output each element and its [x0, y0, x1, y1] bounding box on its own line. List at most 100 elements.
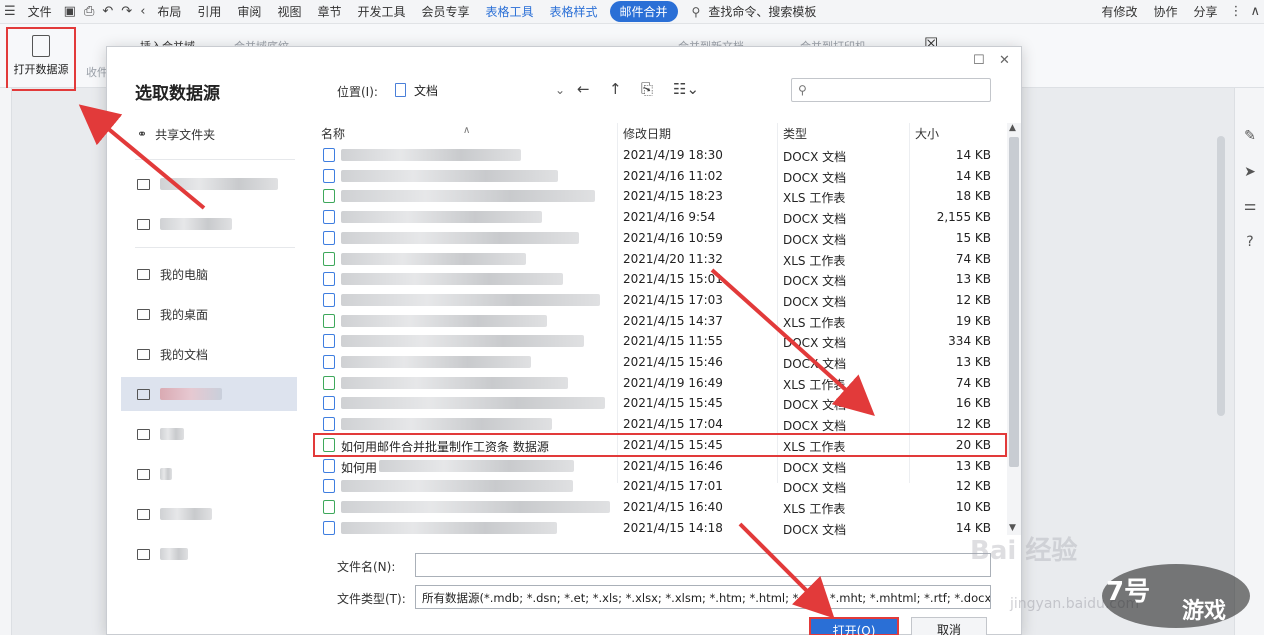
table-row[interactable]: 2021/4/15 17:04 DOCX 文档 12 KB — [315, 414, 1005, 434]
column-date[interactable]: 修改日期 — [623, 125, 671, 142]
hamburger-icon[interactable]: ☰ — [0, 4, 20, 19]
sidebar-item-shared-folder[interactable]: ⚭ 共享文件夹 — [121, 117, 297, 151]
collab-button[interactable]: 协作 — [1145, 3, 1185, 20]
file-date: 2021/4/15 14:18 — [623, 520, 723, 535]
share-button[interactable]: 分享 — [1185, 3, 1225, 20]
filetype-select[interactable]: 所有数据源(*.mdb; *.dsn; *.et; *.xls; *.xlsx;… — [415, 585, 991, 609]
pen-icon[interactable]: ✎ — [1242, 128, 1258, 144]
file-date: 2021/4/15 16:40 — [623, 499, 723, 514]
filename-input[interactable] — [415, 553, 991, 577]
sidebar-item-blurred-2[interactable] — [121, 207, 297, 241]
save-icon[interactable]: ▣ — [60, 4, 80, 19]
docx-file-icon — [323, 417, 335, 432]
site-logo: 7号 游戏 — [1102, 564, 1250, 628]
sort-ascending-icon: ∧ — [463, 125, 471, 136]
cursor-icon[interactable]: ➤ — [1242, 164, 1258, 180]
sidebar-item-blurred-3[interactable] — [121, 377, 297, 411]
modified-indicator[interactable]: 有修改 — [1093, 3, 1145, 20]
sidebar-item-blurred-7[interactable] — [121, 537, 297, 571]
table-row[interactable]: 2021/4/15 16:40 XLS 工作表 10 KB — [315, 497, 1005, 517]
file-date: 2021/4/16 11:02 — [623, 168, 723, 183]
table-row[interactable]: 2021/4/15 14:18 DOCX 文档 14 KB — [315, 518, 1005, 538]
redo-icon[interactable]: ↷ — [117, 4, 136, 19]
tab-section[interactable]: 章节 — [309, 3, 349, 20]
tab-references[interactable]: 引用 — [189, 3, 229, 20]
column-size[interactable]: 大小 — [915, 125, 939, 142]
file-date: 2021/4/15 15:01 — [623, 272, 723, 287]
view-mode-icon[interactable]: ☷⌄ — [673, 80, 699, 98]
computer-icon — [137, 268, 150, 280]
menu-file[interactable]: 文件 — [20, 3, 60, 20]
tab-table-style[interactable]: 表格样式 — [542, 3, 606, 20]
file-date: 2021/4/15 15:45 — [623, 396, 723, 411]
back-arrow-icon[interactable]: ← — [577, 80, 590, 98]
table-row[interactable]: 2021/4/16 11:02 DOCX 文档 14 KB — [315, 166, 1005, 186]
table-row[interactable]: 2021/4/19 18:30 DOCX 文档 14 KB — [315, 145, 1005, 165]
table-row[interactable]: 2021/4/20 11:32 XLS 工作表 74 KB — [315, 249, 1005, 269]
search-icon[interactable]: ⚲ — [682, 5, 701, 19]
table-row[interactable]: 2021/4/15 11:55 DOCX 文档 334 KB — [315, 331, 1005, 351]
file-size: 2,155 KB — [936, 210, 991, 225]
sidebar-item-my-documents[interactable]: 我的文档 — [121, 337, 297, 371]
docx-file-icon — [323, 272, 335, 287]
docx-file-icon — [323, 292, 335, 307]
help-icon[interactable]: ? — [1242, 234, 1258, 250]
table-row[interactable]: 如何用 2021/4/15 16:46 DOCX 文档 13 KB — [315, 456, 1005, 476]
table-row[interactable]: 2021/4/16 10:59 DOCX 文档 15 KB — [315, 228, 1005, 248]
close-icon[interactable]: ✕ — [999, 53, 1010, 68]
maximize-icon[interactable]: ☐ — [973, 53, 985, 68]
table-row[interactable]: 2021/4/15 15:46 DOCX 文档 13 KB — [315, 352, 1005, 372]
table-row[interactable]: 2021/4/15 17:01 DOCX 文档 12 KB — [315, 476, 1005, 496]
tab-mail-merge[interactable]: 邮件合并 — [609, 1, 678, 22]
menu-bar: ☰ 文件 ▣ ⎙ ↶ ↷ ‹ 布局 引用 审阅 视图 章节 开发工具 会员专享 … — [0, 0, 1264, 24]
sidebar-item-my-computer[interactable]: 我的电脑 — [121, 257, 297, 291]
tab-developer[interactable]: 开发工具 — [349, 3, 413, 20]
up-arrow-icon[interactable]: ↑ — [609, 80, 622, 98]
file-type: XLS 工作表 — [783, 439, 846, 454]
file-list-scrollbar[interactable]: ▲ ▼ — [1007, 123, 1021, 535]
building-icon — [137, 178, 150, 190]
file-size: 74 KB — [955, 251, 991, 266]
new-folder-icon[interactable]: ⎘ — [641, 80, 653, 98]
sidebar-item-blurred-6[interactable] — [121, 497, 297, 531]
sidebar-item-my-desktop[interactable]: 我的桌面 — [121, 297, 297, 331]
table-row[interactable]: 2021/4/15 17:03 DOCX 文档 12 KB — [315, 290, 1005, 310]
table-row[interactable]: 2021/4/15 18:23 XLS 工作表 18 KB — [315, 186, 1005, 206]
tab-view[interactable]: 视图 — [269, 3, 309, 20]
favorites-button[interactable]: 收件 — [86, 64, 108, 80]
table-row[interactable]: 2021/4/16 9:54 DOCX 文档 2,155 KB — [315, 207, 1005, 227]
table-row[interactable]: 2021/4/19 16:49 XLS 工作表 74 KB — [315, 373, 1005, 393]
file-search-input[interactable]: ⚲ — [791, 78, 991, 102]
document-scrollbar[interactable] — [1214, 96, 1228, 536]
table-row[interactable]: 2021/4/15 15:01 DOCX 文档 13 KB — [315, 269, 1005, 289]
file-name: 如何用邮件合并批量制作工资条 数据源 — [341, 439, 549, 454]
file-size: 10 KB — [955, 499, 991, 514]
undo-icon[interactable]: ↶ — [98, 4, 117, 19]
tab-member[interactable]: 会员专享 — [413, 3, 477, 20]
open-data-source-button[interactable]: 打开数据源 — [6, 27, 76, 91]
tab-table-tools[interactable]: 表格工具 — [478, 3, 542, 20]
tab-layout[interactable]: 布局 — [149, 3, 189, 20]
cancel-button[interactable]: 取消 — [911, 617, 987, 635]
sidebar-item-blurred-4[interactable] — [121, 417, 297, 451]
chevron-left-icon[interactable]: ‹ — [136, 4, 149, 19]
collapse-icon[interactable]: ∧ — [1246, 4, 1264, 19]
column-name[interactable]: 名称 — [321, 125, 345, 142]
location-dropdown[interactable]: 文档 ⌄ — [395, 78, 565, 102]
file-type: DOCX 文档 — [783, 336, 847, 351]
table-row[interactable]: 如何用邮件合并批量制作工资条 数据源 2021/4/15 15:45 XLS 工作表… — [313, 432, 1007, 457]
table-row[interactable]: 2021/4/15 15:45 DOCX 文档 16 KB — [315, 393, 1005, 413]
tab-review[interactable]: 审阅 — [229, 3, 269, 20]
file-name: 如何用 — [341, 460, 378, 475]
table-row[interactable]: 2021/4/15 14:37 XLS 工作表 19 KB — [315, 311, 1005, 331]
sidebar-item-blurred-1[interactable] — [121, 167, 297, 201]
sidebar-item-blurred-5[interactable] — [121, 457, 297, 491]
scroll-up-icon[interactable]: ▲ — [1009, 123, 1016, 133]
more-icon[interactable]: ⋮ — [1225, 4, 1246, 19]
print-icon[interactable]: ⎙ — [80, 4, 98, 19]
column-type[interactable]: 类型 — [783, 125, 807, 142]
file-type: XLS 工作表 — [783, 501, 846, 516]
sliders-icon[interactable]: ⚌ — [1242, 198, 1258, 214]
open-button[interactable]: 打开(O) — [809, 617, 899, 635]
command-search[interactable]: 查找命令、搜索模板 — [700, 3, 824, 20]
